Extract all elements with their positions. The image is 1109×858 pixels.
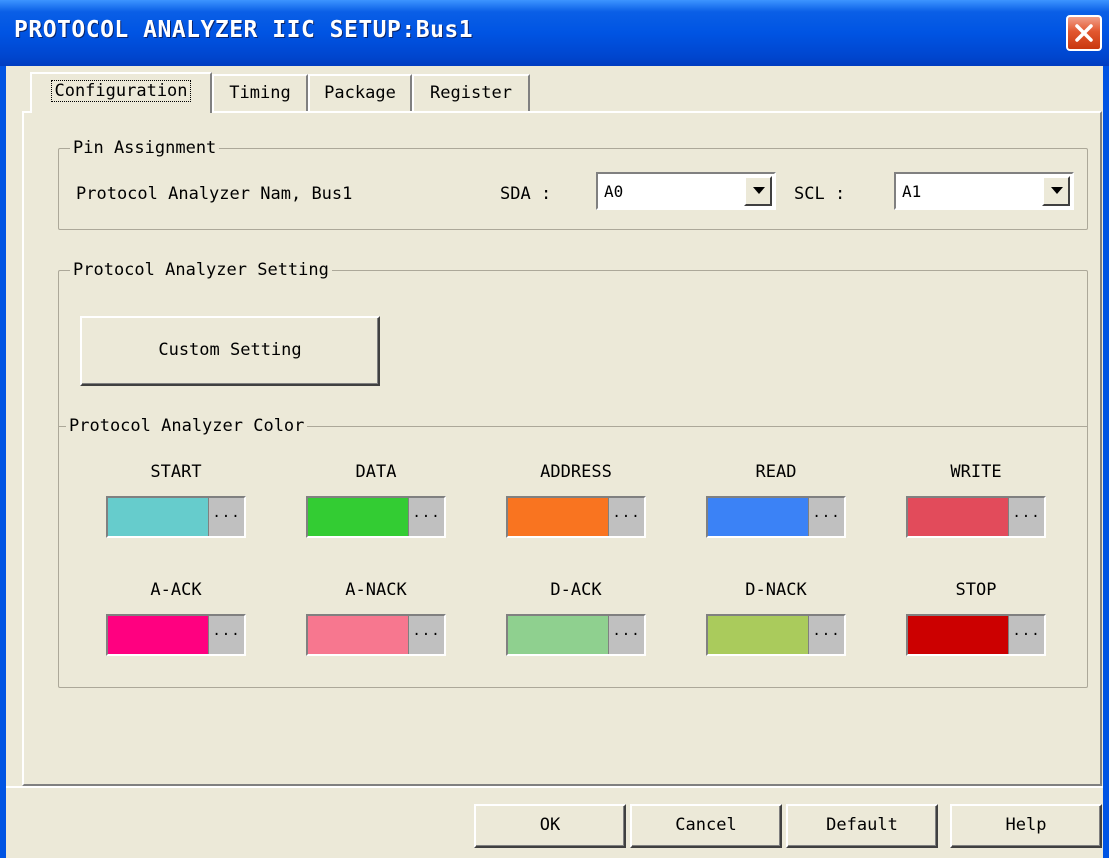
color-swatch-d-nack[interactable]: ... (706, 614, 846, 656)
analyzer-name-value: Bus1 (311, 184, 353, 204)
color-label-d-ack: D-ACK (550, 580, 602, 600)
color-swatch-d-ack[interactable]: ... (506, 614, 646, 656)
color-swatch-address[interactable]: ... (506, 496, 646, 538)
cancel-label: Cancel (675, 815, 737, 835)
analyzer-setting-label: Protocol Analyzer Setting (70, 260, 332, 280)
window-title: PROTOCOL ANALYZER IIC SETUP:Bus1 (14, 17, 474, 43)
window-frame-left (0, 66, 6, 858)
sda-value: A0 (604, 182, 624, 201)
color-label-address: ADDRESS (540, 462, 612, 482)
window-frame-right (1103, 66, 1109, 858)
color-swatch-read[interactable]: ... (706, 496, 846, 538)
tab-register[interactable]: Register (412, 74, 530, 111)
color-label-start: START (150, 462, 202, 482)
color-fill-start (108, 498, 208, 536)
custom-setting-label: Custom Setting (158, 340, 302, 360)
default-button[interactable]: Default (786, 804, 938, 848)
color-label-a-ack: A-ACK (150, 580, 202, 600)
pin-assignment-label: Pin Assignment (70, 138, 220, 158)
color-fill-address (508, 498, 608, 536)
color-fill-data (308, 498, 408, 536)
chevron-down-icon (753, 187, 765, 194)
cancel-button[interactable]: Cancel (630, 804, 782, 848)
color-fill-a-nack (308, 616, 408, 654)
color-picker-button-d-nack[interactable]: ... (808, 616, 844, 654)
scl-dropdown-button[interactable] (1042, 176, 1070, 206)
tab-register-label: Register (430, 83, 512, 103)
chevron-down-icon (1051, 187, 1063, 194)
sda-dropdown-button[interactable] (744, 176, 772, 206)
title-bar[interactable]: PROTOCOL ANALYZER IIC SETUP:Bus1 (0, 0, 1109, 66)
color-picker-button-a-nack[interactable]: ... (408, 616, 444, 654)
color-swatch-start[interactable]: ... (106, 496, 246, 538)
tab-timing[interactable]: Timing (212, 74, 308, 111)
default-label: Default (826, 815, 898, 835)
color-picker-button-data[interactable]: ... (408, 498, 444, 536)
close-icon (1075, 24, 1093, 42)
color-fill-read (708, 498, 808, 536)
sda-select[interactable]: A0 (596, 172, 776, 210)
color-label-write: WRITE (950, 462, 1002, 482)
color-label-data: DATA (355, 462, 397, 482)
color-picker-button-read[interactable]: ... (808, 498, 844, 536)
color-swatch-data[interactable]: ... (306, 496, 446, 538)
color-swatch-a-nack[interactable]: ... (306, 614, 446, 656)
color-fill-stop (908, 616, 1008, 654)
color-picker-button-address[interactable]: ... (608, 498, 644, 536)
color-picker-button-start[interactable]: ... (208, 498, 244, 536)
color-picker-button-stop[interactable]: ... (1008, 616, 1044, 654)
scl-select[interactable]: A1 (894, 172, 1074, 210)
color-label-read: READ (755, 462, 797, 482)
color-label-a-nack: A-NACK (345, 580, 407, 600)
color-fill-d-nack (708, 616, 808, 654)
tab-configuration-label: Configuration (51, 80, 191, 102)
color-swatch-a-ack[interactable]: ... (106, 614, 246, 656)
analyzer-name-label: Protocol Analyzer Nam, Bus1 (76, 184, 353, 204)
scl-label: SCL : (794, 184, 846, 204)
footer-divider (6, 786, 1103, 788)
tab-package-label: Package (324, 83, 396, 103)
color-fill-d-ack (508, 616, 608, 654)
color-fill-write (908, 498, 1008, 536)
color-picker-button-write[interactable]: ... (1008, 498, 1044, 536)
tab-timing-label: Timing (229, 83, 291, 103)
analyzer-color-label: Protocol Analyzer Color (66, 416, 308, 436)
help-button[interactable]: Help (950, 804, 1102, 848)
color-label-stop: STOP (955, 580, 997, 600)
tab-package[interactable]: Package (308, 74, 412, 111)
custom-setting-button[interactable]: Custom Setting (80, 316, 380, 386)
ok-label: OK (539, 815, 561, 835)
scl-value: A1 (902, 182, 922, 201)
color-picker-button-d-ack[interactable]: ... (608, 616, 644, 654)
color-swatch-write[interactable]: ... (906, 496, 1046, 538)
sda-label: SDA : (500, 184, 552, 204)
help-label: Help (1005, 815, 1047, 835)
color-fill-a-ack (108, 616, 208, 654)
color-label-d-nack: D-NACK (745, 580, 807, 600)
color-picker-button-a-ack[interactable]: ... (208, 616, 244, 654)
close-button[interactable] (1066, 15, 1102, 51)
ok-button[interactable]: OK (474, 804, 626, 848)
color-swatch-stop[interactable]: ... (906, 614, 1046, 656)
tab-configuration[interactable]: Configuration (30, 72, 212, 113)
